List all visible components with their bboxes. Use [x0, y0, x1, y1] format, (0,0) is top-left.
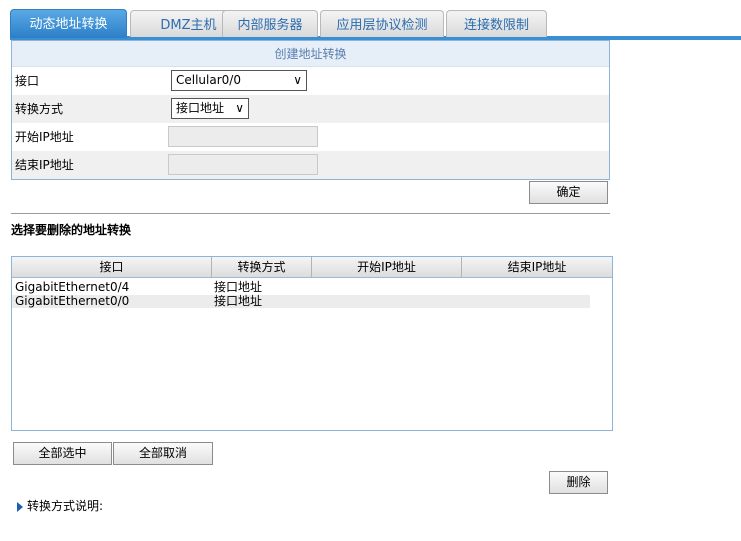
start-ip-label: 开始IP地址	[15, 130, 74, 144]
interface-row: 接口 Cellular0/0 ∨	[12, 67, 609, 95]
tab-alg[interactable]: 应用层协议检测	[320, 10, 444, 37]
deselect-all-button[interactable]: 全部取消	[113, 442, 213, 465]
tab-dynamic-nat[interactable]: 动态地址转换	[10, 9, 127, 38]
start-ip-input[interactable]	[168, 126, 318, 147]
chevron-down-icon: ∨	[293, 73, 302, 87]
mode-label: 转换方式	[15, 102, 64, 116]
triangle-right-icon	[17, 501, 23, 512]
create-nat-panel: 创建地址转换 接口 Cellular0/0 ∨ 转换方式 接口地址 ∨ 开始IP…	[11, 40, 610, 180]
interface-label: 接口	[15, 74, 40, 88]
tab-conn-limit[interactable]: 连接数限制	[446, 10, 547, 37]
start-ip-row: 开始IP地址	[12, 123, 609, 151]
delete-button[interactable]: 删除	[549, 471, 608, 494]
interface-select[interactable]: Cellular0/0 ∨	[171, 70, 307, 91]
row-mode: 接口地址	[214, 280, 263, 294]
nat-list: 接口 转换方式 开始IP地址 结束IP地址 GigabitEthernet0/4…	[11, 256, 613, 431]
tab-internal-server[interactable]: 内部服务器	[222, 10, 318, 37]
mode-help-label: 转换方式说明:	[27, 499, 104, 513]
divider	[11, 213, 610, 214]
col-end-ip: 结束IP地址	[507, 260, 567, 274]
table-row[interactable]: GigabitEthernet0/4 接口地址	[12, 281, 590, 294]
col-start-ip: 开始IP地址	[312, 257, 462, 278]
col-interface: 接口	[12, 257, 212, 278]
delete-section-title: 选择要删除的地址转换	[11, 223, 132, 237]
interface-select-value: Cellular0/0	[176, 73, 241, 87]
col-mode: 转换方式	[212, 257, 312, 278]
row-interface: GigabitEthernet0/0	[15, 294, 130, 308]
mode-select[interactable]: 接口地址 ∨	[171, 98, 249, 119]
end-ip-row: 结束IP地址	[12, 151, 609, 179]
table-row[interactable]: GigabitEthernet0/0 接口地址	[12, 295, 590, 308]
mode-select-value: 接口地址	[176, 101, 225, 115]
row-interface: GigabitEthernet0/4	[15, 280, 130, 294]
select-all-button[interactable]: 全部选中	[13, 442, 112, 465]
row-mode: 接口地址	[214, 294, 263, 308]
table-header: 接口 转换方式 开始IP地址 结束IP地址	[12, 257, 612, 278]
panel-title: 创建地址转换	[12, 41, 609, 67]
ok-button[interactable]: 确定	[529, 181, 608, 204]
mode-help-toggle[interactable]: 转换方式说明:	[17, 497, 103, 514]
end-ip-label: 结束IP地址	[15, 158, 74, 172]
end-ip-input[interactable]	[168, 154, 318, 175]
mode-row: 转换方式 接口地址 ∨	[12, 95, 609, 123]
chevron-down-icon: ∨	[235, 101, 244, 115]
